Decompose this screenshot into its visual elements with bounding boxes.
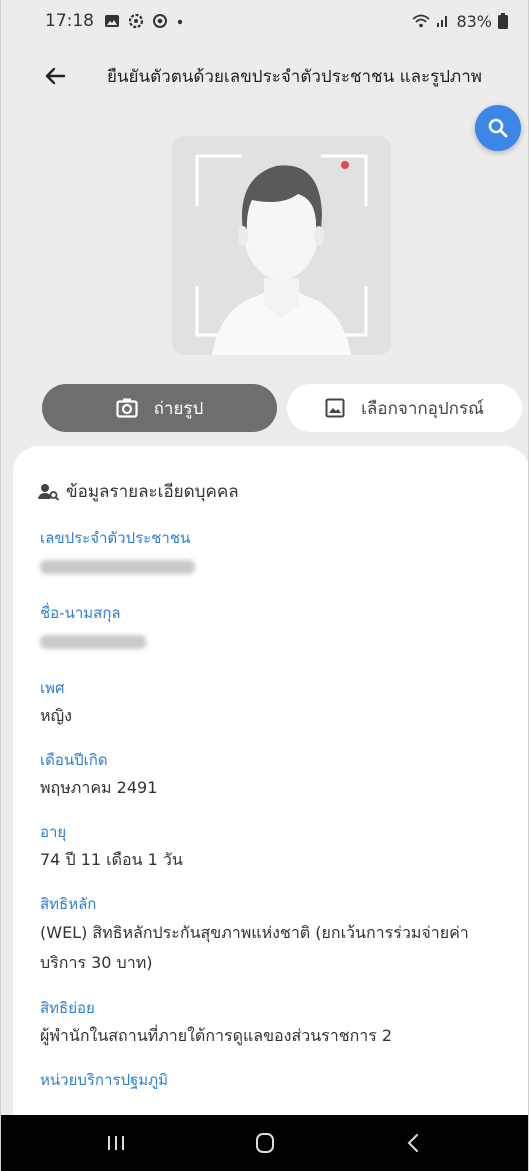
person-silhouette-icon (195, 154, 368, 355)
image-icon (325, 398, 345, 418)
field-label: ชื่อ-นามสกุล (40, 604, 121, 622)
signal-icon (437, 16, 448, 27)
dot-notification-icon (177, 19, 183, 25)
wifi-icon (412, 14, 431, 28)
settings-notification-icon (128, 13, 144, 29)
camera-icon (116, 398, 138, 418)
back-arrow-icon (45, 67, 66, 85)
field-value: หญิง (40, 706, 72, 725)
search-button[interactable] (475, 105, 521, 151)
card-heading-text: ข้อมูลรายละเอียดบุคคล (66, 482, 239, 502)
screen: 17:18 83% ยืนยันตัวตนด้วยเลขประจำตัวประช… (0, 0, 529, 1171)
choose-from-device-button[interactable]: เลือกจากอุปกรณ์ (287, 384, 522, 432)
field-value: ผู้พำนักในสถานที่ภายใต้การดูแลของส่วนราช… (40, 1026, 393, 1045)
field-label: เลขประจำตัวประชาชน (40, 529, 191, 547)
recent-apps-button[interactable] (86, 1123, 146, 1163)
nav-back-button[interactable] (384, 1123, 444, 1163)
card-heading: ข้อมูลรายละเอียดบุคคล (38, 478, 528, 505)
gallery-notification-icon (105, 15, 119, 27)
sync-notification-icon (153, 14, 167, 28)
field-label: สิทธิย่อย (40, 999, 95, 1017)
field-full-name: ชื่อ-นามสกุล (40, 603, 528, 658)
field-primary-care-unit-label: หน่วยบริการปฐมภูมิ (40, 1071, 168, 1089)
field-gender: เพศ หญิง (40, 678, 528, 730)
recent-apps-icon (107, 1136, 124, 1150)
person-search-icon (38, 483, 60, 501)
field-main-right: สิทธิหลัก (WEL) สิทธิหลักประกันสุขภาพแห่… (40, 894, 528, 978)
take-photo-button[interactable]: ถ่ายรูป (42, 384, 277, 432)
search-icon (488, 118, 508, 138)
photo-preview (172, 136, 391, 355)
field-value: พฤษภาคม 2491 (40, 778, 158, 797)
field-label: เพศ (40, 679, 65, 697)
field-label: เดือนปีเกิด (40, 751, 108, 769)
field-value: 74 ปี 11 เดือน 1 วัน (40, 850, 183, 869)
status-right: 83% (412, 12, 508, 31)
app-header: ยืนยันตัวตนด้วยเลขประจำตัวประชาชน และรูป… (1, 48, 528, 104)
status-bar: 17:18 83% (1, 0, 528, 42)
field-age: อายุ 74 ปี 11 เดือน 1 วัน (40, 822, 528, 874)
choose-from-device-label: เลือกจากอุปกรณ์ (361, 398, 484, 419)
take-photo-label: ถ่ายรูป (153, 398, 204, 419)
field-birth-month: เดือนปีเกิด พฤษภาคม 2491 (40, 750, 528, 802)
battery-icon (498, 13, 508, 29)
field-value-redacted (40, 552, 528, 583)
field-value-redacted (40, 627, 528, 658)
status-notification-icons (104, 13, 184, 29)
back-button[interactable] (35, 56, 75, 96)
status-time: 17:18 (45, 11, 94, 31)
photo-source-buttons: ถ่ายรูป เลือกจากอุปกรณ์ (42, 384, 524, 432)
field-sub-right: สิทธิย่อย ผู้พำนักในสถานที่ภายใต้การดูแล… (40, 998, 528, 1050)
field-citizen-id: เลขประจำตัวประชาชน (40, 528, 528, 583)
nav-back-icon (407, 1134, 418, 1152)
system-nav-bar (1, 1115, 528, 1171)
home-icon (255, 1133, 274, 1153)
field-label: สิทธิหลัก (40, 895, 97, 913)
page-title: ยืนยันตัวตนด้วยเลขประจำตัวประชาชน และรูป… (106, 66, 483, 87)
battery-percent: 83% (456, 11, 492, 31)
home-button[interactable] (235, 1123, 295, 1163)
person-details-card: ข้อมูลรายละเอียดบุคคล เลขประจำตัวประชาชน… (13, 446, 528, 1126)
field-value: (WEL) สิทธิหลักประกันสุขภาพแห่งชาติ (ยกเ… (40, 923, 469, 972)
field-label: อายุ (40, 823, 67, 841)
